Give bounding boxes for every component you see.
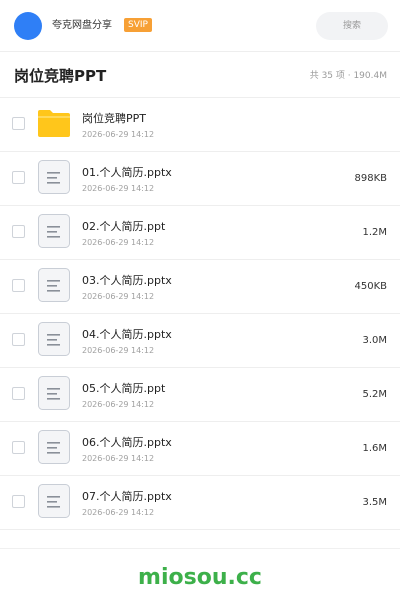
document-icon (38, 322, 70, 356)
file-date: 2026-06-29 14:12 (82, 184, 155, 193)
file-name[interactable]: 岗位竞聘PPT (82, 112, 146, 126)
watermark: miosou.cc (138, 565, 262, 590)
file-date: 2026-06-29 14:12 (82, 292, 155, 301)
file-name[interactable]: 03.个人简历.pptx (82, 274, 172, 288)
list-item[interactable]: 02.个人简历.ppt 2026-06-29 14:12 1.2M (0, 206, 400, 260)
header: 夸克网盘分享 SVIP 搜索 (0, 0, 400, 52)
folder-title-bar: 岗位竞聘PPT 共 35 项 · 190.4M (0, 52, 400, 98)
file-date: 2026-06-29 14:12 (82, 346, 155, 355)
document-icon (38, 268, 70, 302)
file-date: 2026-06-29 14:12 (82, 454, 155, 463)
list-item[interactable]: 06.个人简历.pptx 2026-06-29 14:12 1.6M (0, 422, 400, 476)
list-item[interactable]: 岗位竞聘PPT 2026-06-29 14:12 (0, 98, 400, 152)
share-page: 夸克网盘分享 SVIP 搜索 岗位竞聘PPT 共 35 项 · 190.4M 岗… (0, 0, 400, 600)
file-size: 898KB (354, 173, 387, 184)
svip-badge: SVIP (124, 18, 152, 32)
file-name[interactable]: 07.个人简历.pptx (82, 490, 172, 504)
file-name[interactable]: 02.个人简历.ppt (82, 220, 165, 234)
select-checkbox[interactable] (12, 171, 25, 184)
list-item[interactable]: 07.个人简历.pptx 2026-06-29 14:12 3.5M (0, 476, 400, 530)
file-size: 1.6M (362, 443, 387, 454)
file-date: 2026-06-29 14:12 (82, 508, 155, 517)
file-name[interactable]: 04.个人简历.pptx (82, 328, 172, 342)
select-checkbox[interactable] (12, 279, 25, 292)
file-size: 5.2M (362, 389, 387, 400)
app-name: 夸克网盘分享 (52, 20, 112, 31)
file-size: 3.5M (362, 497, 387, 508)
list-item[interactable]: 05.个人简历.ppt 2026-06-29 14:12 5.2M (0, 368, 400, 422)
file-list: 岗位竞聘PPT 2026-06-29 14:12 01.个人简历.pptx 20… (0, 98, 400, 530)
folder-icon (38, 106, 70, 140)
select-checkbox[interactable] (12, 441, 25, 454)
select-checkbox[interactable] (12, 495, 25, 508)
search-input[interactable]: 搜索 (316, 12, 388, 40)
select-checkbox[interactable] (12, 333, 25, 346)
document-icon (38, 160, 70, 194)
file-name[interactable]: 06.个人简历.pptx (82, 436, 172, 450)
list-item[interactable]: 03.个人简历.pptx 2026-06-29 14:12 450KB (0, 260, 400, 314)
file-size: 1.2M (362, 227, 387, 238)
list-item[interactable]: 01.个人简历.pptx 2026-06-29 14:12 898KB (0, 152, 400, 206)
document-icon (38, 376, 70, 410)
list-item[interactable]: 04.个人简历.pptx 2026-06-29 14:12 3.0M (0, 314, 400, 368)
footer-divider (0, 548, 400, 549)
page-title: 岗位竞聘PPT (14, 67, 107, 85)
avatar[interactable] (14, 12, 42, 40)
document-icon (38, 430, 70, 464)
select-checkbox[interactable] (12, 387, 25, 400)
file-date: 2026-06-29 14:12 (82, 400, 155, 409)
select-checkbox[interactable] (12, 225, 25, 238)
document-icon (38, 484, 70, 518)
document-icon (38, 214, 70, 248)
file-size: 3.0M (362, 335, 387, 346)
file-size: 450KB (354, 281, 387, 292)
file-date: 2026-06-29 14:12 (82, 238, 155, 247)
file-name[interactable]: 05.个人简历.ppt (82, 382, 165, 396)
select-checkbox[interactable] (12, 117, 25, 130)
file-date: 2026-06-29 14:12 (82, 130, 155, 139)
folder-summary: 共 35 项 · 190.4M (309, 71, 387, 81)
file-name[interactable]: 01.个人简历.pptx (82, 166, 172, 180)
